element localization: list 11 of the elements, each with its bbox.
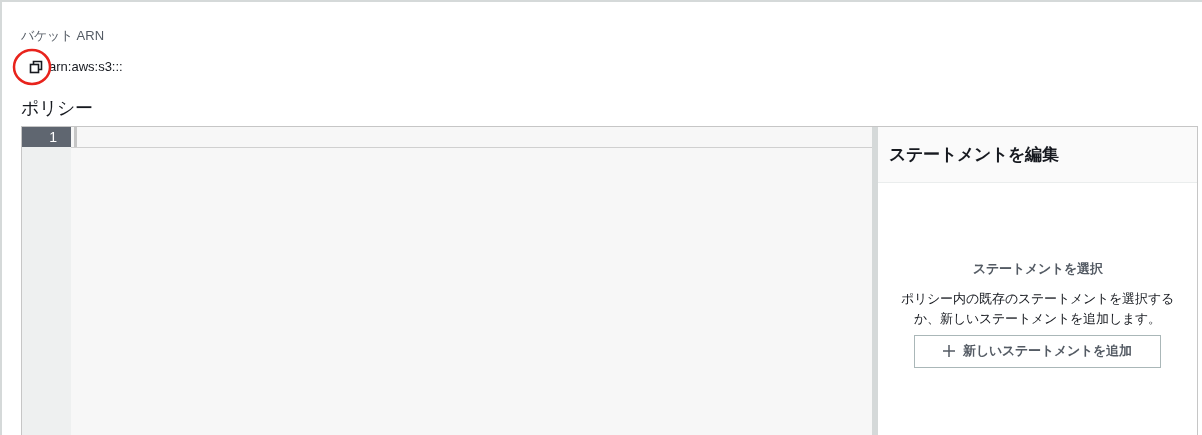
empty-text: ポリシー内の既存のステートメントを選択するか、新しいステートメントを追加します。 — [900, 289, 1175, 328]
field-label: バケット ARN — [21, 28, 106, 44]
empty-title: ステートメントを選択 — [972, 260, 1103, 278]
code-editor[interactable]: 1 — [22, 127, 872, 435]
annotation-circle — [12, 48, 52, 86]
plus-icon — [943, 345, 955, 357]
section-heading: ポリシー — [21, 97, 94, 119]
copy-icon[interactable] — [29, 60, 43, 74]
add-statement-button[interactable]: 新しいステートメントを追加 — [914, 334, 1161, 368]
panel-title: ステートメントを編集 — [889, 143, 1059, 166]
line-number: 1 — [22, 127, 71, 147]
